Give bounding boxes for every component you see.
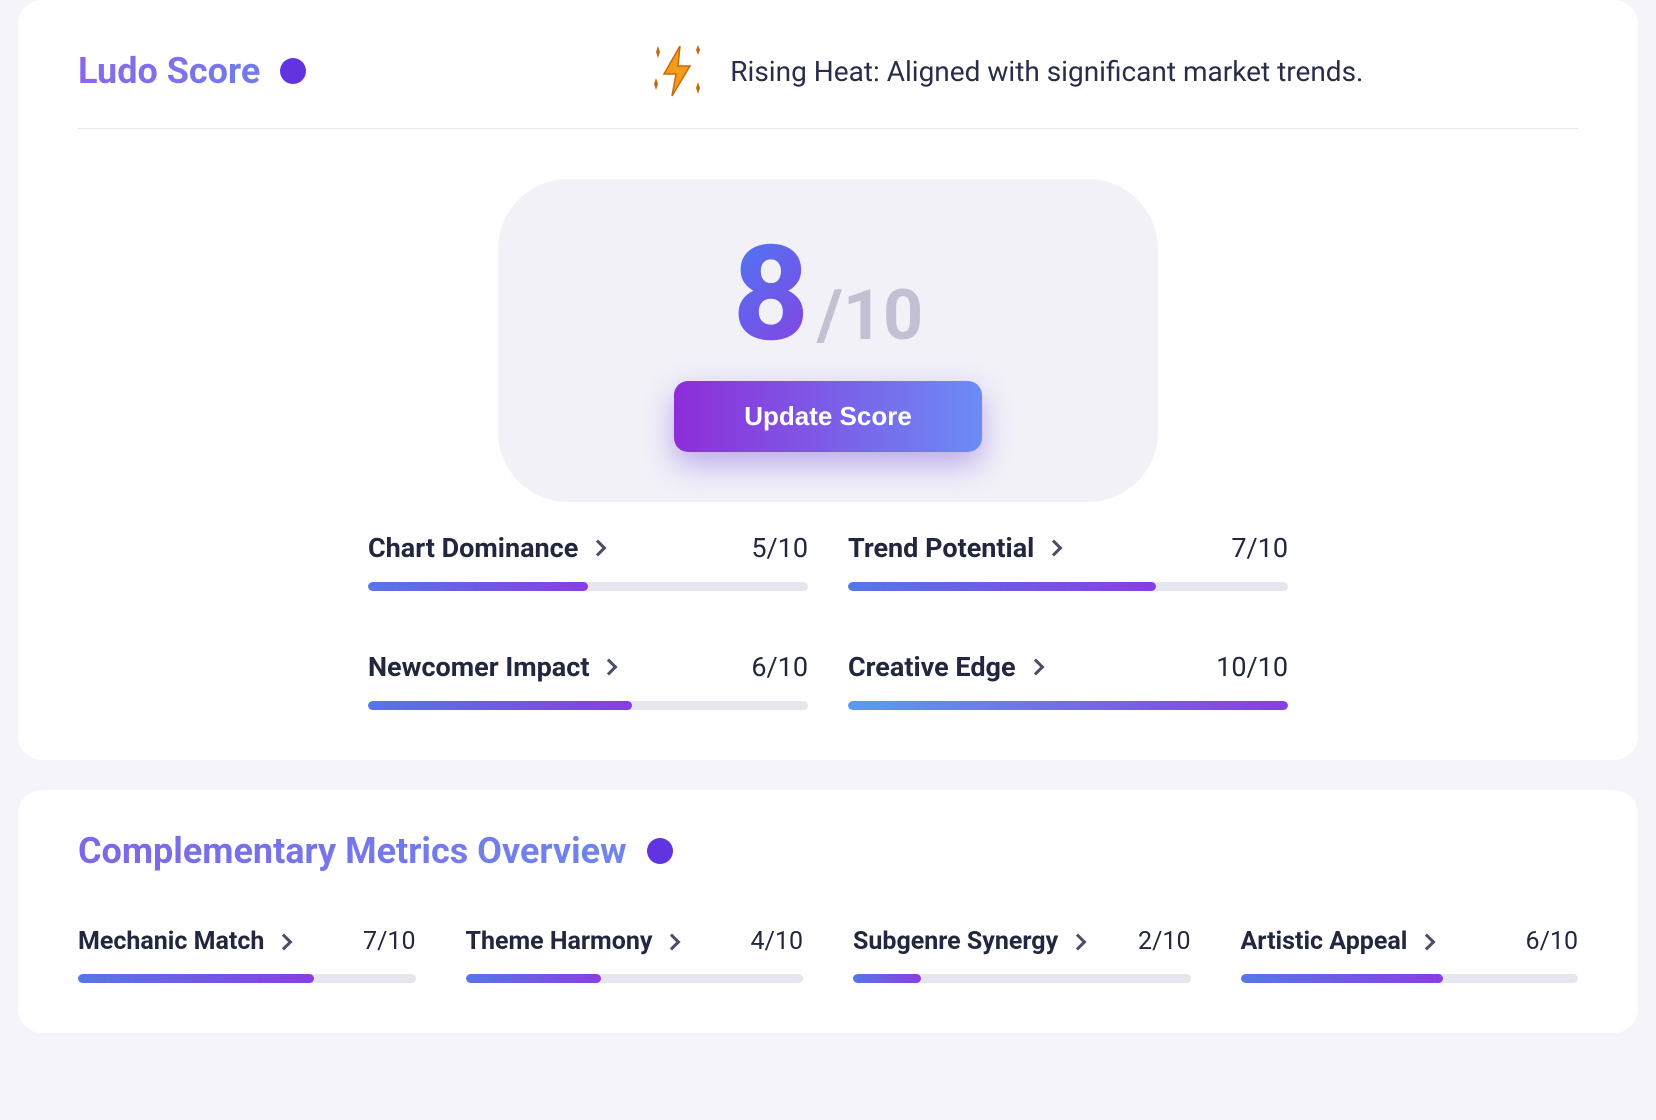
metric-value: 5/10 bbox=[751, 532, 808, 564]
metric-value: 7/10 bbox=[363, 927, 415, 956]
section-title: Ludo Score bbox=[78, 50, 260, 92]
metric-header[interactable]: Artistic Appeal 6/10 bbox=[1241, 927, 1579, 956]
metric-header[interactable]: Trend Potential 7/10 bbox=[848, 532, 1288, 564]
complementary-metrics-card: Complementary Metrics Overview i Mechani… bbox=[18, 790, 1638, 1033]
section-title-wrap: Ludo Score i bbox=[78, 50, 306, 92]
score-hero: 8 /10 Update Score bbox=[498, 179, 1158, 502]
progress-fill bbox=[368, 582, 588, 591]
metric-subgenre-synergy: Subgenre Synergy 2/10 bbox=[853, 927, 1191, 983]
metric-creative-edge: Creative Edge 10/10 bbox=[848, 651, 1288, 710]
metric-newcomer-impact: Newcomer Impact 6/10 bbox=[368, 651, 808, 710]
progress-bar bbox=[1241, 974, 1579, 983]
metric-label: Trend Potential bbox=[848, 532, 1034, 564]
progress-bar bbox=[853, 974, 1191, 983]
metric-header[interactable]: Chart Dominance 5/10 bbox=[368, 532, 808, 564]
chevron-right-icon bbox=[276, 933, 293, 950]
info-icon[interactable]: i bbox=[647, 838, 673, 864]
trend-text: Rising Heat: Aligned with significant ma… bbox=[730, 55, 1363, 88]
metric-value: 10/10 bbox=[1216, 651, 1288, 683]
metric-header[interactable]: Creative Edge 10/10 bbox=[848, 651, 1288, 683]
metric-chart-dominance: Chart Dominance 5/10 bbox=[368, 532, 808, 591]
metric-theme-harmony: Theme Harmony 4/10 bbox=[466, 927, 804, 983]
progress-bar bbox=[848, 582, 1288, 591]
metric-label: Chart Dominance bbox=[368, 532, 578, 564]
progress-bar bbox=[848, 701, 1288, 710]
progress-bar bbox=[78, 974, 416, 983]
metric-trend-potential: Trend Potential 7/10 bbox=[848, 532, 1288, 591]
metric-value: 7/10 bbox=[1231, 532, 1288, 564]
chevron-right-icon bbox=[1070, 933, 1087, 950]
metric-label: Newcomer Impact bbox=[368, 651, 589, 683]
info-icon[interactable]: i bbox=[280, 58, 306, 84]
secondary-metrics-grid: Mechanic Match 7/10 Theme Harmony 4/10 bbox=[78, 927, 1578, 983]
metric-header[interactable]: Mechanic Match 7/10 bbox=[78, 927, 416, 956]
chevron-right-icon bbox=[1419, 933, 1436, 950]
metric-header[interactable]: Subgenre Synergy 2/10 bbox=[853, 927, 1191, 956]
main-metrics-grid: Chart Dominance 5/10 Trend Potential 7/1… bbox=[368, 532, 1288, 710]
progress-bar bbox=[466, 974, 804, 983]
metric-label: Artistic Appeal bbox=[1241, 927, 1408, 956]
section-title: Complementary Metrics Overview bbox=[78, 830, 627, 872]
chevron-right-icon bbox=[1027, 659, 1044, 676]
section-title-wrap: Complementary Metrics Overview i bbox=[78, 830, 1578, 872]
score-denominator: /10 bbox=[817, 281, 923, 351]
score-value: 8 bbox=[733, 229, 809, 361]
info-icon-glyph: i bbox=[657, 843, 661, 860]
metric-header[interactable]: Theme Harmony 4/10 bbox=[466, 927, 804, 956]
progress-fill bbox=[848, 701, 1288, 710]
ludo-score-card: Ludo Score i Rising Heat: Aligned with s… bbox=[18, 0, 1638, 760]
metric-value: 4/10 bbox=[751, 927, 803, 956]
metric-label: Subgenre Synergy bbox=[853, 927, 1058, 956]
progress-fill bbox=[78, 974, 314, 983]
metric-mechanic-match: Mechanic Match 7/10 bbox=[78, 927, 416, 983]
metric-value: 6/10 bbox=[751, 651, 808, 683]
metric-label: Theme Harmony bbox=[466, 927, 653, 956]
lightning-icon bbox=[646, 40, 708, 102]
metric-label: Mechanic Match bbox=[78, 927, 264, 956]
chevron-right-icon bbox=[590, 540, 607, 557]
progress-bar bbox=[368, 582, 808, 591]
chevron-right-icon bbox=[601, 659, 618, 676]
metric-label: Creative Edge bbox=[848, 651, 1016, 683]
trend-block: Rising Heat: Aligned with significant ma… bbox=[646, 40, 1363, 102]
score-display: 8 /10 bbox=[733, 229, 923, 361]
progress-fill bbox=[368, 701, 632, 710]
progress-fill bbox=[848, 582, 1156, 591]
chevron-right-icon bbox=[1046, 540, 1063, 557]
card-header: Ludo Score i Rising Heat: Aligned with s… bbox=[78, 40, 1578, 129]
metric-value: 6/10 bbox=[1526, 927, 1578, 956]
progress-fill bbox=[853, 974, 921, 983]
info-icon-glyph: i bbox=[291, 63, 295, 80]
metric-value: 2/10 bbox=[1138, 927, 1190, 956]
metric-artistic-appeal: Artistic Appeal 6/10 bbox=[1241, 927, 1579, 983]
progress-fill bbox=[466, 974, 601, 983]
update-score-button[interactable]: Update Score bbox=[674, 381, 982, 452]
progress-bar bbox=[368, 701, 808, 710]
metric-header[interactable]: Newcomer Impact 6/10 bbox=[368, 651, 808, 683]
chevron-right-icon bbox=[664, 933, 681, 950]
progress-fill bbox=[1241, 974, 1444, 983]
